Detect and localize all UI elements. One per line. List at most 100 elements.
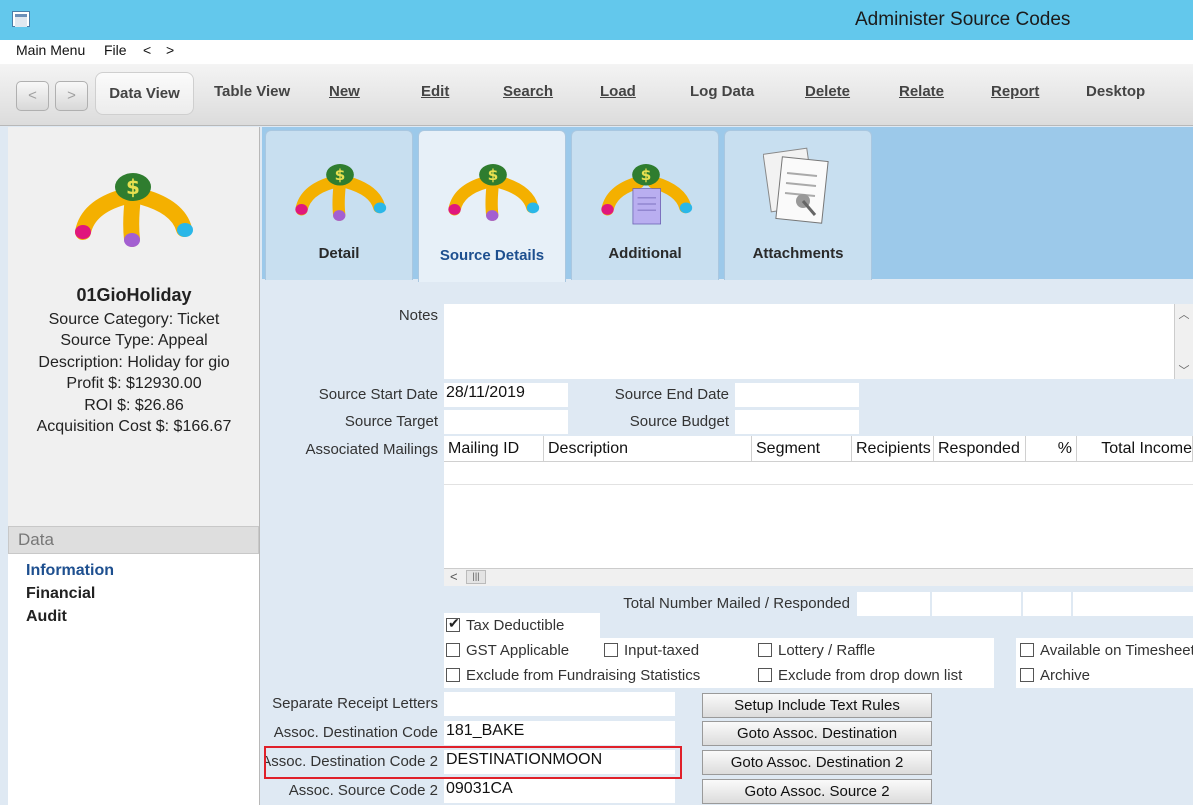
goto-assoc-destination-2-button[interactable]: Goto Assoc. Destination 2: [702, 750, 932, 775]
source-end-date-label: Source End Date: [614, 386, 729, 403]
exclude-fundraising-label: Exclude from Fundraising Statistics: [466, 667, 701, 684]
col-description[interactable]: Description: [544, 436, 752, 462]
gst-applicable-label: GST Applicable: [466, 642, 570, 659]
delete-button[interactable]: Delete: [805, 83, 850, 100]
tab-attachments-label: Attachments: [752, 245, 844, 262]
tab-source-details-label: Source Details: [439, 247, 545, 264]
table-view-button[interactable]: Table View: [214, 83, 290, 100]
col-percent[interactable]: %: [1026, 436, 1077, 462]
assoc-destination-code-label: Assoc. Destination Code: [273, 724, 438, 741]
lottery-raffle-label: Lottery / Raffle: [778, 642, 876, 659]
total-percent-field[interactable]: [1023, 592, 1071, 616]
report-button[interactable]: Report: [991, 83, 1039, 100]
col-recipients[interactable]: Recipients: [852, 436, 934, 462]
data-nav-list: Information Financial Audit: [8, 554, 259, 805]
assoc-source-code-2-label: Assoc. Source Code 2: [288, 782, 438, 799]
available-on-timesheet-checkbox[interactable]: [1020, 643, 1034, 657]
goto-assoc-destination-button[interactable]: Goto Assoc. Destination: [702, 721, 932, 746]
svg-text:$: $: [641, 166, 652, 184]
input-taxed-label: Input-taxed: [624, 642, 700, 659]
tab-source-details[interactable]: $ Source Details: [418, 130, 566, 282]
assoc-destination-code-2-label: Assoc. Destination Code 2: [266, 753, 438, 770]
tax-deductible-checkbox[interactable]: ✔: [446, 615, 460, 632]
scroll-down-icon[interactable]: ﹀: [1175, 362, 1193, 378]
grid-empty-row[interactable]: [444, 463, 1193, 485]
source-start-date-label: Source Start Date: [318, 386, 438, 403]
separate-receipt-letters-field[interactable]: [444, 692, 675, 716]
nav-financial[interactable]: Financial: [26, 585, 95, 603]
notes-textarea[interactable]: [444, 304, 1174, 379]
roi: ROI $: $26.86: [84, 397, 184, 414]
data-view-button[interactable]: Data View: [95, 72, 194, 115]
menu-back[interactable]: <: [143, 42, 151, 58]
scroll-thumb[interactable]: |||: [466, 570, 486, 584]
source-target-field[interactable]: [444, 410, 568, 434]
search-button[interactable]: Search: [503, 83, 553, 100]
edit-button[interactable]: Edit: [421, 83, 449, 100]
col-responded[interactable]: Responded: [934, 436, 1026, 462]
tab-additional[interactable]: $ Additional: [571, 130, 719, 280]
load-button[interactable]: Load: [600, 83, 636, 100]
menu-forward[interactable]: >: [166, 42, 174, 58]
relate-button[interactable]: Relate: [899, 83, 944, 100]
acquisition-cost: Acquisition Cost $: $166.67: [36, 418, 232, 435]
money-fountain-notepad-icon: $: [601, 164, 693, 225]
nav-information[interactable]: Information: [26, 562, 114, 580]
total-responded-field[interactable]: [932, 592, 1021, 616]
source-start-date-field[interactable]: 28/11/2019: [444, 383, 568, 407]
svg-text:$: $: [126, 175, 140, 199]
tab-strip: $ Detail $ Source Details $ Additional A…: [262, 127, 1193, 282]
total-income-field[interactable]: [1073, 592, 1193, 616]
new-button[interactable]: New: [329, 83, 360, 100]
tax-deductible-label: Tax Deductible: [466, 617, 565, 634]
source-type: Source Type: Appeal: [60, 332, 208, 349]
scroll-up-icon[interactable]: ︿: [1175, 306, 1193, 322]
window-title: Administer Source Codes: [855, 9, 1071, 30]
source-end-date-field[interactable]: [735, 383, 859, 407]
money-fountain-icon: $: [448, 164, 540, 221]
check-icon: ✔: [448, 615, 460, 631]
log-data-button[interactable]: Log Data: [690, 83, 754, 100]
tab-attachments[interactable]: Attachments: [724, 130, 872, 280]
svg-text:$: $: [335, 166, 346, 184]
attachment-documents-icon: [763, 147, 829, 224]
tab-detail[interactable]: $ Detail: [265, 130, 413, 280]
input-taxed-checkbox[interactable]: [604, 643, 618, 657]
total-mailed-field[interactable]: [857, 592, 930, 616]
col-segment[interactable]: Segment: [752, 436, 852, 462]
menu-main-menu[interactable]: Main Menu: [16, 42, 85, 58]
menu-file[interactable]: File: [104, 42, 127, 58]
gst-applicable-checkbox[interactable]: [446, 643, 460, 657]
back-button[interactable]: <: [16, 81, 49, 111]
separate-receipt-letters-label: Separate Receipt Letters: [272, 695, 438, 712]
exclude-fundraising-checkbox[interactable]: [446, 668, 460, 682]
grid-horizontal-scrollbar[interactable]: < |||: [444, 568, 1193, 586]
app-window-icon[interactable]: [12, 11, 30, 27]
source-code-title: 01GioHoliday: [76, 285, 192, 305]
tab-additional-label: Additional: [608, 245, 682, 262]
assoc-destination-code-2-field[interactable]: DESTINATIONMOON: [444, 750, 675, 774]
setup-include-text-rules-button[interactable]: Setup Include Text Rules: [702, 693, 932, 718]
desktop-button[interactable]: Desktop: [1086, 83, 1145, 100]
tab-detail-label: Detail: [318, 245, 360, 262]
toolbar: < > Data View Table View New Edit Search…: [0, 64, 1193, 126]
associated-mailings-label: Associated Mailings: [305, 441, 438, 458]
forward-button[interactable]: >: [55, 81, 88, 111]
scroll-left-icon[interactable]: <: [450, 569, 458, 584]
money-fountain-icon: $: [295, 164, 387, 221]
source-budget-field[interactable]: [735, 410, 859, 434]
goto-assoc-source-2-button[interactable]: Goto Assoc. Source 2: [702, 779, 932, 804]
lottery-raffle-checkbox[interactable]: [758, 643, 772, 657]
available-on-timesheet-label: Available on Timesheet: [1040, 642, 1193, 659]
notes-scrollbar[interactable]: ︿ ﹀: [1174, 304, 1193, 379]
description: Description: Holiday for gio: [38, 354, 230, 371]
profit: Profit $: $12930.00: [66, 375, 202, 392]
archive-checkbox[interactable]: [1020, 668, 1034, 682]
nav-audit[interactable]: Audit: [26, 608, 67, 626]
exclude-dropdown-checkbox[interactable]: [758, 668, 772, 682]
col-mailing-id[interactable]: Mailing ID: [444, 436, 544, 462]
col-total-income[interactable]: Total Income: [1077, 436, 1193, 462]
data-section-header: Data: [8, 526, 259, 554]
assoc-destination-code-field[interactable]: 181_BAKE: [444, 721, 675, 745]
assoc-source-code-2-field[interactable]: 09031CA: [444, 779, 675, 803]
